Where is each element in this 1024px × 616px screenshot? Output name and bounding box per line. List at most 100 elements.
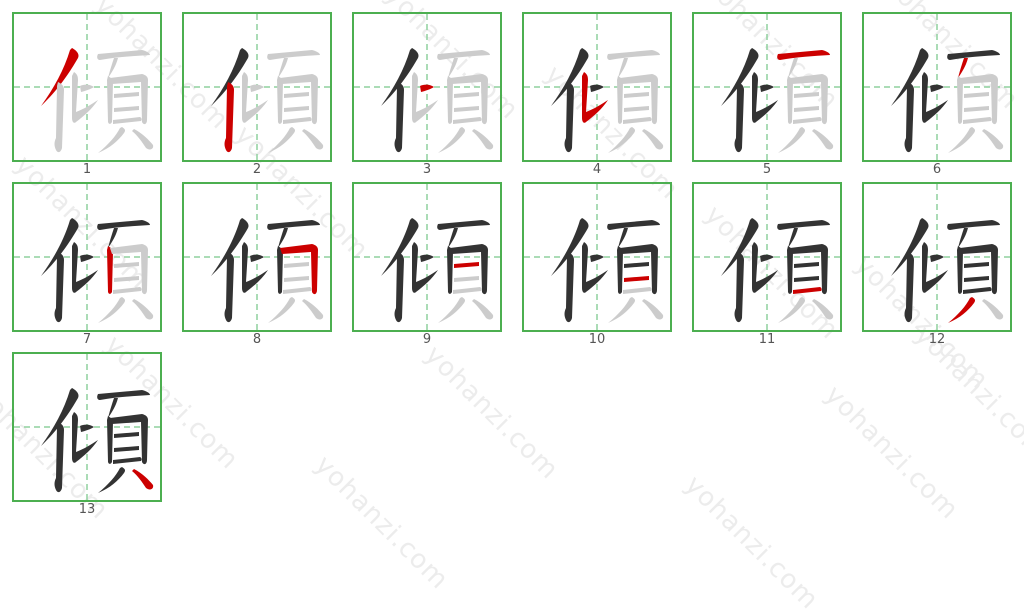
- stroke-step-cell: 12: [862, 182, 1012, 347]
- pending-stroke: [110, 74, 148, 125]
- pending-stroke: [114, 106, 139, 112]
- pending-stroke: [454, 276, 479, 282]
- stroke-diagram: [184, 184, 330, 330]
- stroke-diagram: [14, 354, 160, 500]
- pending-stroke: [624, 92, 649, 98]
- pending-stroke: [618, 58, 628, 78]
- pending-stroke: [964, 92, 989, 98]
- completed-stroke: [752, 242, 778, 293]
- watermark-text: yohanzi.com: [678, 470, 825, 616]
- completed-stroke: [114, 432, 139, 438]
- pending-stroke: [793, 117, 822, 124]
- watermark-text: yohanzi.com: [308, 450, 455, 596]
- stroke-diagram: [694, 184, 840, 330]
- completed-stroke: [450, 244, 488, 295]
- pending-stroke: [110, 244, 148, 295]
- step-number: 10: [588, 332, 606, 347]
- pending-stroke: [453, 117, 482, 124]
- stroke-step-cell: 3: [352, 12, 502, 177]
- pending-stroke: [267, 50, 320, 60]
- completed-stroke: [620, 244, 658, 295]
- current-stroke: [420, 84, 434, 92]
- stroke-diagram: [524, 14, 670, 160]
- character-box: [352, 182, 502, 332]
- watermark-text: yohanzi.com: [418, 340, 565, 486]
- pending-stroke: [80, 84, 94, 92]
- pending-stroke: [98, 297, 126, 323]
- pending-stroke: [982, 129, 1004, 150]
- pending-stroke: [284, 276, 309, 282]
- completed-stroke: [790, 244, 828, 295]
- pending-stroke: [283, 287, 312, 294]
- pending-stroke: [450, 74, 488, 125]
- pending-stroke: [778, 297, 806, 323]
- step-number: 8: [252, 332, 262, 347]
- pending-stroke: [608, 127, 636, 153]
- pending-stroke: [114, 276, 139, 282]
- stroke-step-cell: 5: [692, 12, 842, 177]
- pending-stroke: [268, 127, 296, 153]
- stroke-step-cell: 4: [522, 12, 672, 177]
- step-number: 3: [422, 162, 432, 177]
- pending-stroke: [812, 299, 834, 320]
- stroke-diagram: [184, 14, 330, 160]
- stroke-step-cell: 6: [862, 12, 1012, 177]
- completed-stroke: [760, 254, 774, 262]
- completed-stroke: [904, 82, 914, 153]
- step-number: 7: [82, 332, 92, 347]
- pending-stroke: [114, 262, 139, 268]
- pending-stroke: [453, 287, 482, 294]
- stroke-step-cell: 1: [12, 12, 162, 177]
- completed-stroke: [624, 262, 649, 268]
- step-number: 9: [422, 332, 432, 347]
- completed-stroke: [394, 82, 404, 153]
- pending-stroke: [437, 50, 490, 60]
- completed-stroke: [80, 254, 94, 262]
- pending-stroke: [982, 299, 1004, 320]
- pending-stroke: [964, 106, 989, 112]
- stroke-diagram: [354, 184, 500, 330]
- pending-stroke: [623, 117, 652, 124]
- pending-stroke: [642, 299, 664, 320]
- completed-stroke: [590, 254, 604, 262]
- character-box: [522, 12, 672, 162]
- completed-stroke: [412, 242, 438, 293]
- stroke-step-cell: 9: [352, 182, 502, 347]
- current-stroke: [624, 276, 649, 282]
- stroke-diagram: [864, 184, 1010, 330]
- completed-stroke: [250, 254, 264, 262]
- watermark-text: yohanzi.com: [818, 380, 965, 526]
- pending-stroke: [250, 84, 264, 92]
- completed-stroke: [590, 84, 604, 92]
- completed-stroke: [794, 276, 819, 282]
- pending-stroke: [623, 287, 652, 294]
- character-box: [692, 12, 842, 162]
- pending-stroke: [620, 74, 658, 125]
- character-box: [862, 182, 1012, 332]
- stroke-diagram: [864, 14, 1010, 160]
- pending-stroke: [790, 74, 828, 125]
- completed-stroke: [947, 220, 1000, 230]
- character-box: [182, 182, 332, 332]
- pending-stroke: [960, 74, 998, 125]
- pending-stroke: [302, 129, 324, 150]
- completed-stroke: [964, 276, 989, 282]
- current-stroke: [280, 244, 318, 295]
- completed-stroke: [97, 390, 150, 400]
- current-stroke: [948, 297, 976, 323]
- character-box: [12, 12, 162, 162]
- character-box: [692, 182, 842, 332]
- current-stroke: [958, 58, 968, 78]
- current-stroke: [777, 50, 830, 60]
- completed-stroke: [72, 412, 98, 463]
- completed-stroke: [224, 252, 234, 323]
- completed-stroke: [97, 220, 150, 230]
- completed-stroke: [582, 242, 608, 293]
- pending-stroke: [778, 127, 806, 153]
- completed-stroke: [607, 220, 660, 230]
- completed-stroke: [734, 252, 744, 323]
- pending-stroke: [794, 92, 819, 98]
- pending-stroke: [438, 127, 466, 153]
- completed-stroke: [964, 262, 989, 268]
- completed-stroke: [963, 287, 992, 294]
